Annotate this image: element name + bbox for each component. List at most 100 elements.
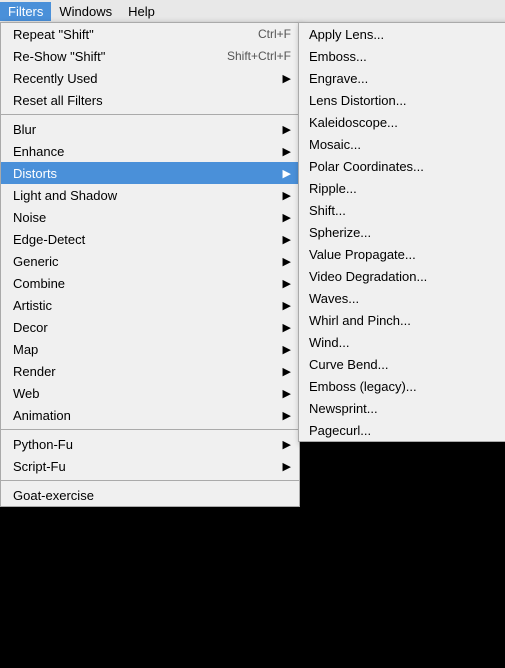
menu-item-label-animation: Animation xyxy=(13,408,283,423)
arrow-icon-edge-detect: ▶ xyxy=(283,233,291,246)
submenu-label-emboss: Emboss... xyxy=(309,49,499,64)
menu-item-reset-all[interactable]: Reset all Filters xyxy=(1,89,299,111)
arrow-icon-generic: ▶ xyxy=(283,255,291,268)
menu-item-label-repeat: Repeat "Shift" xyxy=(13,27,238,42)
submenu-item-shift[interactable]: Shift... xyxy=(299,199,505,221)
shortcut-reshow: Shift+Ctrl+F xyxy=(227,49,291,63)
arrow-icon-recently-used: ▶ xyxy=(283,72,291,85)
menu-item-recently-used[interactable]: Recently Used▶ xyxy=(1,67,299,89)
submenu-label-emboss-legacy: Emboss (legacy)... xyxy=(309,379,499,394)
submenu-item-video-degradation[interactable]: Video Degradation... xyxy=(299,265,505,287)
submenu-item-emboss-legacy[interactable]: Emboss (legacy)... xyxy=(299,375,505,397)
submenu-label-mosaic: Mosaic... xyxy=(309,137,499,152)
menu-bar-filters[interactable]: Filters xyxy=(0,2,51,21)
menu-item-map[interactable]: Map▶ xyxy=(1,338,299,360)
menu-item-script-fu[interactable]: Script-Fu▶ xyxy=(1,455,299,477)
submenu-item-curve-bend[interactable]: Curve Bend... xyxy=(299,353,505,375)
submenu-label-wind: Wind... xyxy=(309,335,499,350)
arrow-icon-combine: ▶ xyxy=(283,277,291,290)
arrow-icon-web: ▶ xyxy=(283,387,291,400)
shortcut-repeat: Ctrl+F xyxy=(258,27,291,41)
menu-item-noise[interactable]: Noise▶ xyxy=(1,206,299,228)
menu-item-combine[interactable]: Combine▶ xyxy=(1,272,299,294)
submenu-item-pagecurl[interactable]: Pagecurl... xyxy=(299,419,505,441)
menu-item-render[interactable]: Render▶ xyxy=(1,360,299,382)
submenu-label-waves: Waves... xyxy=(309,291,499,306)
arrow-icon-noise: ▶ xyxy=(283,211,291,224)
menu-item-label-script-fu: Script-Fu xyxy=(13,459,283,474)
submenu-item-waves[interactable]: Waves... xyxy=(299,287,505,309)
menu-item-label-decor: Decor xyxy=(13,320,283,335)
menu-item-label-web: Web xyxy=(13,386,283,401)
arrow-icon-map: ▶ xyxy=(283,343,291,356)
submenu-label-lens-distortion: Lens Distortion... xyxy=(309,93,499,108)
menu-item-label-blur: Blur xyxy=(13,122,283,137)
menu-item-label-noise: Noise xyxy=(13,210,283,225)
submenu-item-engrave[interactable]: Engrave... xyxy=(299,67,505,89)
menu-item-decor[interactable]: Decor▶ xyxy=(1,316,299,338)
submenu-label-shift: Shift... xyxy=(309,203,499,218)
divider-after-animation xyxy=(1,429,299,430)
menu-item-light-shadow[interactable]: Light and Shadow▶ xyxy=(1,184,299,206)
menu-item-label-enhance: Enhance xyxy=(13,144,283,159)
menu-item-animation[interactable]: Animation▶ xyxy=(1,404,299,426)
menu-item-python-fu[interactable]: Python-Fu▶ xyxy=(1,433,299,455)
submenu-label-whirl-pinch: Whirl and Pinch... xyxy=(309,313,499,328)
menu-item-label-recently-used: Recently Used xyxy=(13,71,283,86)
menu-item-enhance[interactable]: Enhance▶ xyxy=(1,140,299,162)
menu-item-repeat[interactable]: Repeat "Shift" Ctrl+F xyxy=(1,23,299,45)
menu-item-label-reshow: Re-Show "Shift" xyxy=(13,49,207,64)
filters-dropdown: Repeat "Shift" Ctrl+F Re-Show "Shift" Shift… xyxy=(0,22,300,507)
menu-item-label-map: Map xyxy=(13,342,283,357)
submenu-item-ripple[interactable]: Ripple... xyxy=(299,177,505,199)
menu-item-goat-exercise[interactable]: Goat-exercise xyxy=(1,484,299,506)
divider-after-script-fu xyxy=(1,480,299,481)
submenu-label-kaleidoscope: Kaleidoscope... xyxy=(309,115,499,130)
menu-item-label-light-shadow: Light and Shadow xyxy=(13,188,283,203)
submenu-item-spherize[interactable]: Spherize... xyxy=(299,221,505,243)
divider-after-reset-all xyxy=(1,114,299,115)
distorts-submenu: Apply Lens... Emboss... Engrave... Lens Dis… xyxy=(298,22,505,442)
submenu-item-lens-distortion[interactable]: Lens Distortion... xyxy=(299,89,505,111)
submenu-label-curve-bend: Curve Bend... xyxy=(309,357,499,372)
arrow-icon-blur: ▶ xyxy=(283,123,291,136)
submenu-label-ripple: Ripple... xyxy=(309,181,499,196)
menu-item-artistic[interactable]: Artistic▶ xyxy=(1,294,299,316)
menu-item-web[interactable]: Web▶ xyxy=(1,382,299,404)
submenu-label-value-propagate: Value Propagate... xyxy=(309,247,499,262)
arrow-icon-script-fu: ▶ xyxy=(283,460,291,473)
menu-item-label-reset-all: Reset all Filters xyxy=(13,93,291,108)
menu-bar-help[interactable]: Help xyxy=(120,2,163,21)
menu-item-label-goat-exercise: Goat-exercise xyxy=(13,488,291,503)
menu-item-reshow[interactable]: Re-Show "Shift" Shift+Ctrl+F xyxy=(1,45,299,67)
menu-item-generic[interactable]: Generic▶ xyxy=(1,250,299,272)
menu-item-edge-detect[interactable]: Edge-Detect▶ xyxy=(1,228,299,250)
menu-bar: Filters Windows Help xyxy=(0,0,505,24)
arrow-icon-artistic: ▶ xyxy=(283,299,291,312)
submenu-item-whirl-pinch[interactable]: Whirl and Pinch... xyxy=(299,309,505,331)
menu-item-label-combine: Combine xyxy=(13,276,283,291)
arrow-icon-animation: ▶ xyxy=(283,409,291,422)
submenu-item-polar-coordinates[interactable]: Polar Coordinates... xyxy=(299,155,505,177)
arrow-icon-light-shadow: ▶ xyxy=(283,189,291,202)
submenu-label-engrave: Engrave... xyxy=(309,71,499,86)
submenu-item-value-propagate[interactable]: Value Propagate... xyxy=(299,243,505,265)
menu-item-distorts[interactable]: Distorts▶ xyxy=(1,162,299,184)
menu-item-label-distorts: Distorts xyxy=(13,166,283,181)
menu-bar-windows[interactable]: Windows xyxy=(51,2,120,21)
submenu-item-wind[interactable]: Wind... xyxy=(299,331,505,353)
arrow-icon-distorts: ▶ xyxy=(283,167,291,180)
submenu-item-newsprint[interactable]: Newsprint... xyxy=(299,397,505,419)
submenu-label-video-degradation: Video Degradation... xyxy=(309,269,499,284)
submenu-item-apply-lens[interactable]: Apply Lens... xyxy=(299,23,505,45)
submenu-item-mosaic[interactable]: Mosaic... xyxy=(299,133,505,155)
submenu-item-kaleidoscope[interactable]: Kaleidoscope... xyxy=(299,111,505,133)
submenu-label-spherize: Spherize... xyxy=(309,225,499,240)
arrow-icon-render: ▶ xyxy=(283,365,291,378)
submenu-item-emboss[interactable]: Emboss... xyxy=(299,45,505,67)
menu-item-blur[interactable]: Blur▶ xyxy=(1,118,299,140)
menu-item-label-generic: Generic xyxy=(13,254,283,269)
submenu-label-pagecurl: Pagecurl... xyxy=(309,423,499,438)
submenu-label-apply-lens: Apply Lens... xyxy=(309,27,499,42)
submenu-label-newsprint: Newsprint... xyxy=(309,401,499,416)
